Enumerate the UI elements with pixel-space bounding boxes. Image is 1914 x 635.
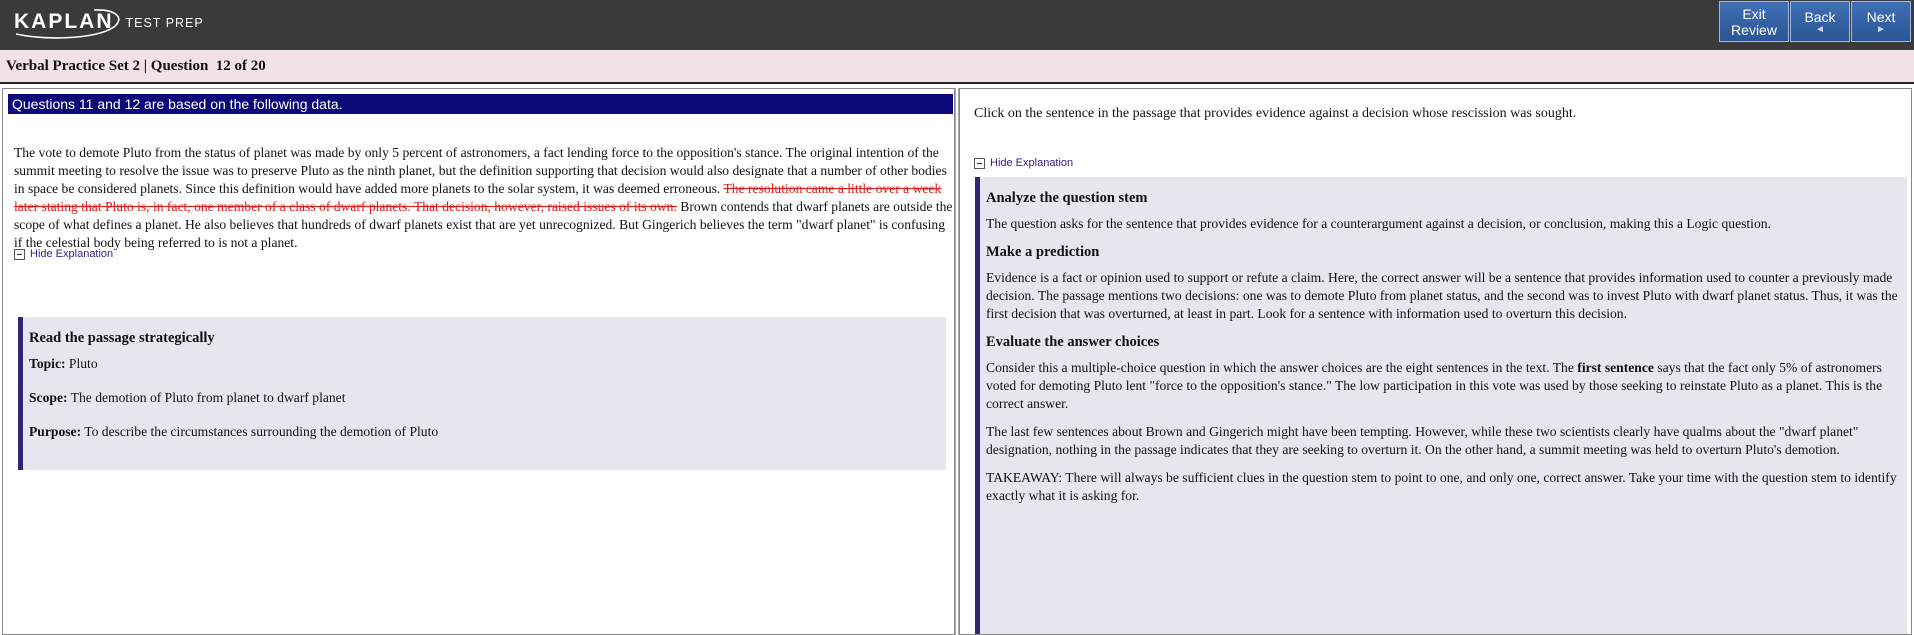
evaluate-heading: Evaluate the answer choices bbox=[986, 334, 1160, 350]
question-prompt: Click on the sentence in the passage tha… bbox=[974, 106, 1577, 121]
hide-explanation-label: Hide Explanation bbox=[30, 248, 114, 260]
kaplan-logo: KAPLAN TEST PREP bbox=[14, 7, 204, 39]
next-label: Next bbox=[1866, 8, 1896, 25]
evaluate-text: Consider this a multiple-choice question… bbox=[986, 359, 1899, 413]
question-header: Verbal Practice Set 2 | Question 12 of 2… bbox=[0, 50, 1914, 84]
topic-line: Topic: Pluto bbox=[29, 355, 938, 373]
back-button[interactable]: Back ◄ bbox=[1790, 1, 1850, 42]
predict-text: Evidence is a fact or opinion used to su… bbox=[986, 270, 1898, 321]
next-arrow-icon: ► bbox=[1876, 23, 1886, 35]
explanation-heading: Read the passage strategically bbox=[29, 330, 215, 346]
passage-text: The vote to demote Pluto from the status… bbox=[14, 144, 954, 252]
next-button[interactable]: Next ► bbox=[1851, 1, 1911, 42]
review-label: Review bbox=[1731, 21, 1777, 38]
purpose-value: To describe the circumstances surroundin… bbox=[81, 424, 439, 439]
hide-explanation-toggle-left[interactable]: Hide Explanation bbox=[14, 248, 113, 260]
evaluate-text-bold: first sentence bbox=[1577, 360, 1654, 375]
exit-label: Exit bbox=[1742, 5, 1766, 22]
back-arrow-icon: ◄ bbox=[1815, 23, 1825, 35]
purpose-line: Purpose: To describe the circumstances s… bbox=[29, 423, 938, 441]
nav-buttons: Exit Review Back ◄ Next ► bbox=[1718, 1, 1911, 42]
set-title: Verbal Practice Set 2 | Question bbox=[6, 58, 209, 74]
passage-panel: Questions 11 and 12 are based on the fol… bbox=[2, 88, 955, 635]
purpose-label: Purpose: bbox=[29, 424, 82, 439]
logo-subtitle: TEST PREP bbox=[125, 16, 204, 30]
scope-line: Scope: The demotion of Pluto from planet… bbox=[29, 389, 938, 407]
passage-explanation: Read the passage strategically Topic: Pl… bbox=[18, 317, 946, 470]
analyze-heading: Analyze the question stem bbox=[986, 190, 1148, 206]
question-title: Verbal Practice Set 2 | Question 12 of 2… bbox=[6, 58, 266, 75]
scope-label: Scope: bbox=[29, 390, 68, 405]
collapse-icon bbox=[14, 248, 25, 260]
takeaway-text: TAKEAWAY: There will always be sufficien… bbox=[986, 470, 1897, 503]
predict-heading: Make a prediction bbox=[986, 244, 1100, 260]
topic-label: Topic: bbox=[29, 356, 66, 371]
topic-value: Pluto bbox=[65, 356, 98, 371]
tempting-text: The last few sentences about Brown and G… bbox=[986, 424, 1859, 457]
question-panel: Click on the sentence in the passage tha… bbox=[959, 88, 1912, 635]
answer-explanation: Analyze the question stem The question a… bbox=[975, 177, 1907, 634]
back-label: Back bbox=[1804, 8, 1836, 25]
hide-explanation-toggle-right[interactable]: Hide Explanation bbox=[974, 157, 1073, 169]
analyze-text: The question asks for the sentence that … bbox=[986, 216, 1771, 231]
collapse-icon bbox=[974, 157, 985, 169]
evaluate-text-before: Consider this a multiple-choice question… bbox=[986, 360, 1578, 375]
hide-explanation-label: Hide Explanation bbox=[990, 157, 1074, 169]
logo-swoosh-icon bbox=[15, 9, 120, 39]
passage-heading: Questions 11 and 12 are based on the fol… bbox=[8, 94, 953, 114]
scope-value: The demotion of Pluto from planet to dwa… bbox=[67, 390, 346, 405]
question-count: 12 of 20 bbox=[215, 58, 266, 74]
top-bar: KAPLAN TEST PREP Exit Review Back ◄ Next… bbox=[0, 0, 1914, 50]
exit-review-button[interactable]: Exit Review bbox=[1719, 1, 1789, 42]
